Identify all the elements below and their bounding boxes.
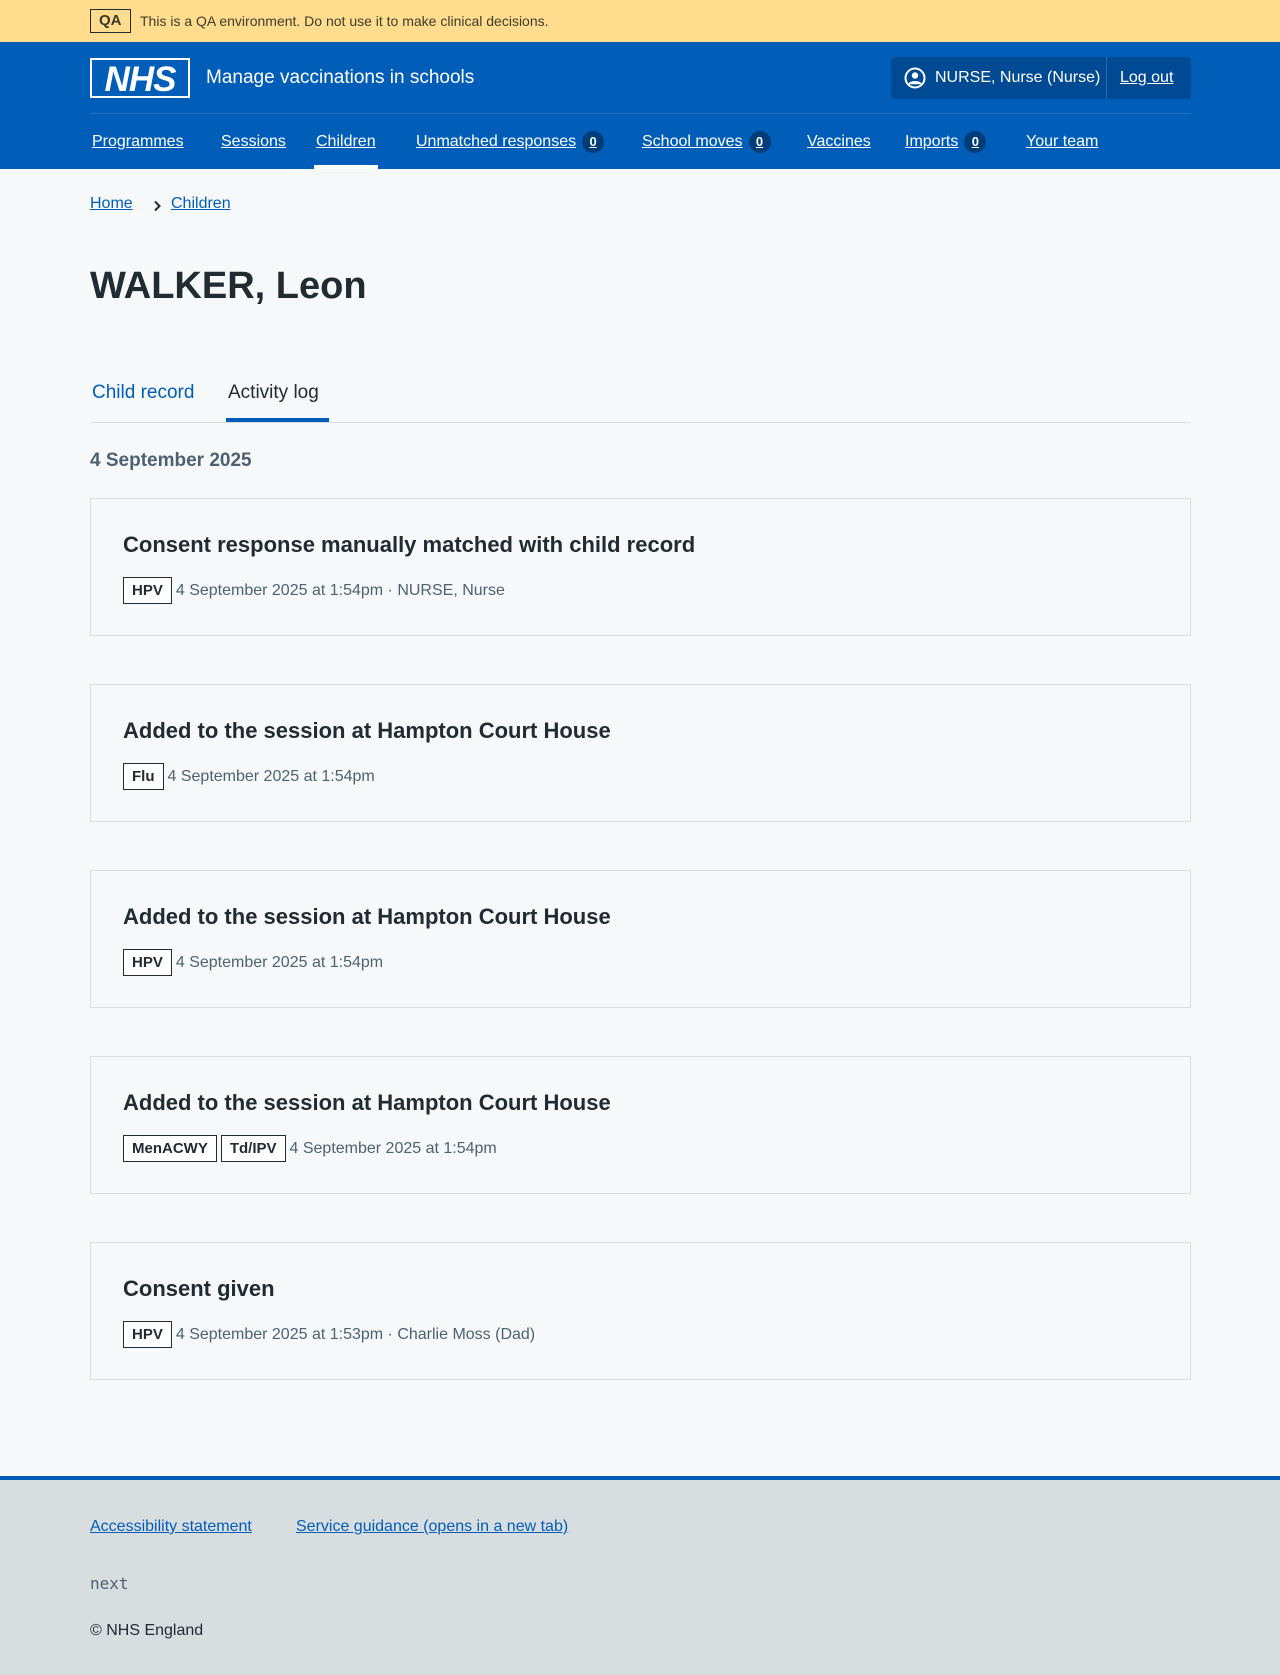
activity-card: Consent given HPV 4 September 2025 at 1:… [90, 1242, 1191, 1380]
copyright: © NHS England [90, 1622, 204, 1639]
activity-meta: Flu 4 September 2025 at 1:54pm [123, 763, 375, 790]
service-name[interactable]: Manage vaccinations in schools [206, 66, 474, 90]
nav-item-label: Vaccines [807, 132, 871, 150]
activity-meta: HPV 4 September 2025 at 1:54pm [123, 949, 383, 976]
nav-item-label: School moves [642, 132, 743, 150]
activity-meta: HPV 4 September 2025 at 1:53pm · Charlie… [123, 1321, 535, 1348]
nav-item-vaccines[interactable]: Vaccines [807, 114, 871, 169]
footer: Accessibility statement Service guidance… [0, 1476, 1280, 1675]
primary-navigation: Programmes Sessions Children Unmatched r… [0, 114, 1280, 169]
programme-tag: HPV [123, 1321, 172, 1348]
chevron-right-icon [154, 200, 161, 212]
qa-tag: QA [90, 9, 131, 33]
nav-item-programmes[interactable]: Programmes [92, 114, 184, 169]
nav-item-label: Your team [1026, 132, 1099, 150]
nav-item-your-team[interactable]: Your team [1026, 114, 1098, 169]
activity-timestamp: 4 September 2025 at 1:54pm [167, 767, 375, 785]
activity-card: Added to the session at Hampton Court Ho… [90, 1056, 1191, 1194]
nav-item-label: Unmatched responses [416, 132, 577, 150]
activity-card: Consent response manually matched with c… [90, 498, 1191, 636]
nav-item-label: Imports [905, 132, 959, 150]
programme-tag: HPV [123, 577, 172, 604]
account-panel: NURSE, Nurse (Nurse) Log out [891, 57, 1191, 99]
nav-item-sessions[interactable]: Sessions [221, 114, 286, 169]
nav-item-children[interactable]: Children [314, 114, 378, 169]
activity-title: Consent given [123, 1276, 275, 1301]
nav-item-label: Programmes [92, 132, 184, 150]
tab-activity-log[interactable]: Activity log [228, 380, 319, 406]
nhs-logo-mark: NHS [92, 60, 188, 98]
programme-tag: MenACWY [123, 1135, 217, 1162]
programme-tag: HPV [123, 949, 172, 976]
activity-title: Consent response manually matched with c… [123, 532, 696, 557]
record-tabs: Child record Activity log [90, 370, 1191, 423]
app-version: next [90, 1574, 129, 1593]
nhs-logo[interactable]: NHS [90, 58, 190, 98]
nav-item-school-moves[interactable]: School moves 0 [642, 114, 771, 169]
unmatched-responses-count: 0 [582, 130, 605, 153]
accessibility-statement-link[interactable]: Accessibility statement [90, 1518, 252, 1536]
activity-card: Added to the session at Hampton Court Ho… [90, 870, 1191, 1008]
activity-title: Added to the session at Hampton Court Ho… [123, 718, 611, 743]
activity-date-heading: 4 September 2025 [90, 450, 252, 471]
tab-child-record[interactable]: Child record [92, 380, 194, 406]
service-guidance-link[interactable]: Service guidance (opens in a new tab) [296, 1518, 568, 1536]
nav-item-label: Children [316, 132, 376, 150]
activity-title: Added to the session at Hampton Court Ho… [123, 1090, 611, 1115]
programme-tag: Flu [123, 763, 164, 790]
nav-item-imports[interactable]: Imports 0 [905, 114, 987, 169]
nhs-logo-text: NHS [105, 60, 177, 98]
imports-count: 0 [964, 130, 987, 153]
qa-environment-banner: QA This is a QA environment. Do not use … [0, 0, 1280, 42]
activity-timestamp: 4 September 2025 at 1:54pm [289, 1139, 497, 1157]
activity-timestamp: 4 September 2025 at 1:53pm · Charlie Mos… [175, 1325, 536, 1343]
activity-timestamp: 4 September 2025 at 1:54pm [175, 953, 384, 971]
breadcrumb-children[interactable]: Children [171, 195, 231, 213]
page-title: WALKER, Leon [90, 265, 367, 307]
user-name: NURSE, Nurse (Nurse) [935, 69, 1101, 86]
breadcrumb-home[interactable]: Home [90, 195, 133, 213]
activity-card: Added to the session at Hampton Court Ho… [90, 684, 1191, 822]
qa-banner-text: This is a QA environment. Do not use it … [140, 13, 549, 29]
header: NHS Manage vaccinations in schools NURSE… [0, 42, 1280, 169]
activity-meta: HPV 4 September 2025 at 1:54pm · NURSE, … [123, 577, 505, 604]
activity-timestamp: 4 September 2025 at 1:54pm · NURSE, Nurs… [175, 581, 505, 599]
activity-meta: MenACWY Td/IPV 4 September 2025 at 1:54p… [123, 1135, 497, 1162]
nav-item-label: Sessions [221, 132, 286, 150]
nav-item-unmatched-responses[interactable]: Unmatched responses 0 [416, 114, 605, 169]
logout-link[interactable]: Log out [1120, 68, 1173, 88]
user-circle-icon [904, 67, 926, 89]
active-tab-indicator [226, 418, 329, 422]
account-user: NURSE, Nurse (Nurse) [891, 57, 1107, 99]
programme-tag: Td/IPV [220, 1135, 286, 1162]
school-moves-count: 0 [748, 130, 771, 153]
activity-title: Added to the session at Hampton Court Ho… [123, 904, 611, 929]
